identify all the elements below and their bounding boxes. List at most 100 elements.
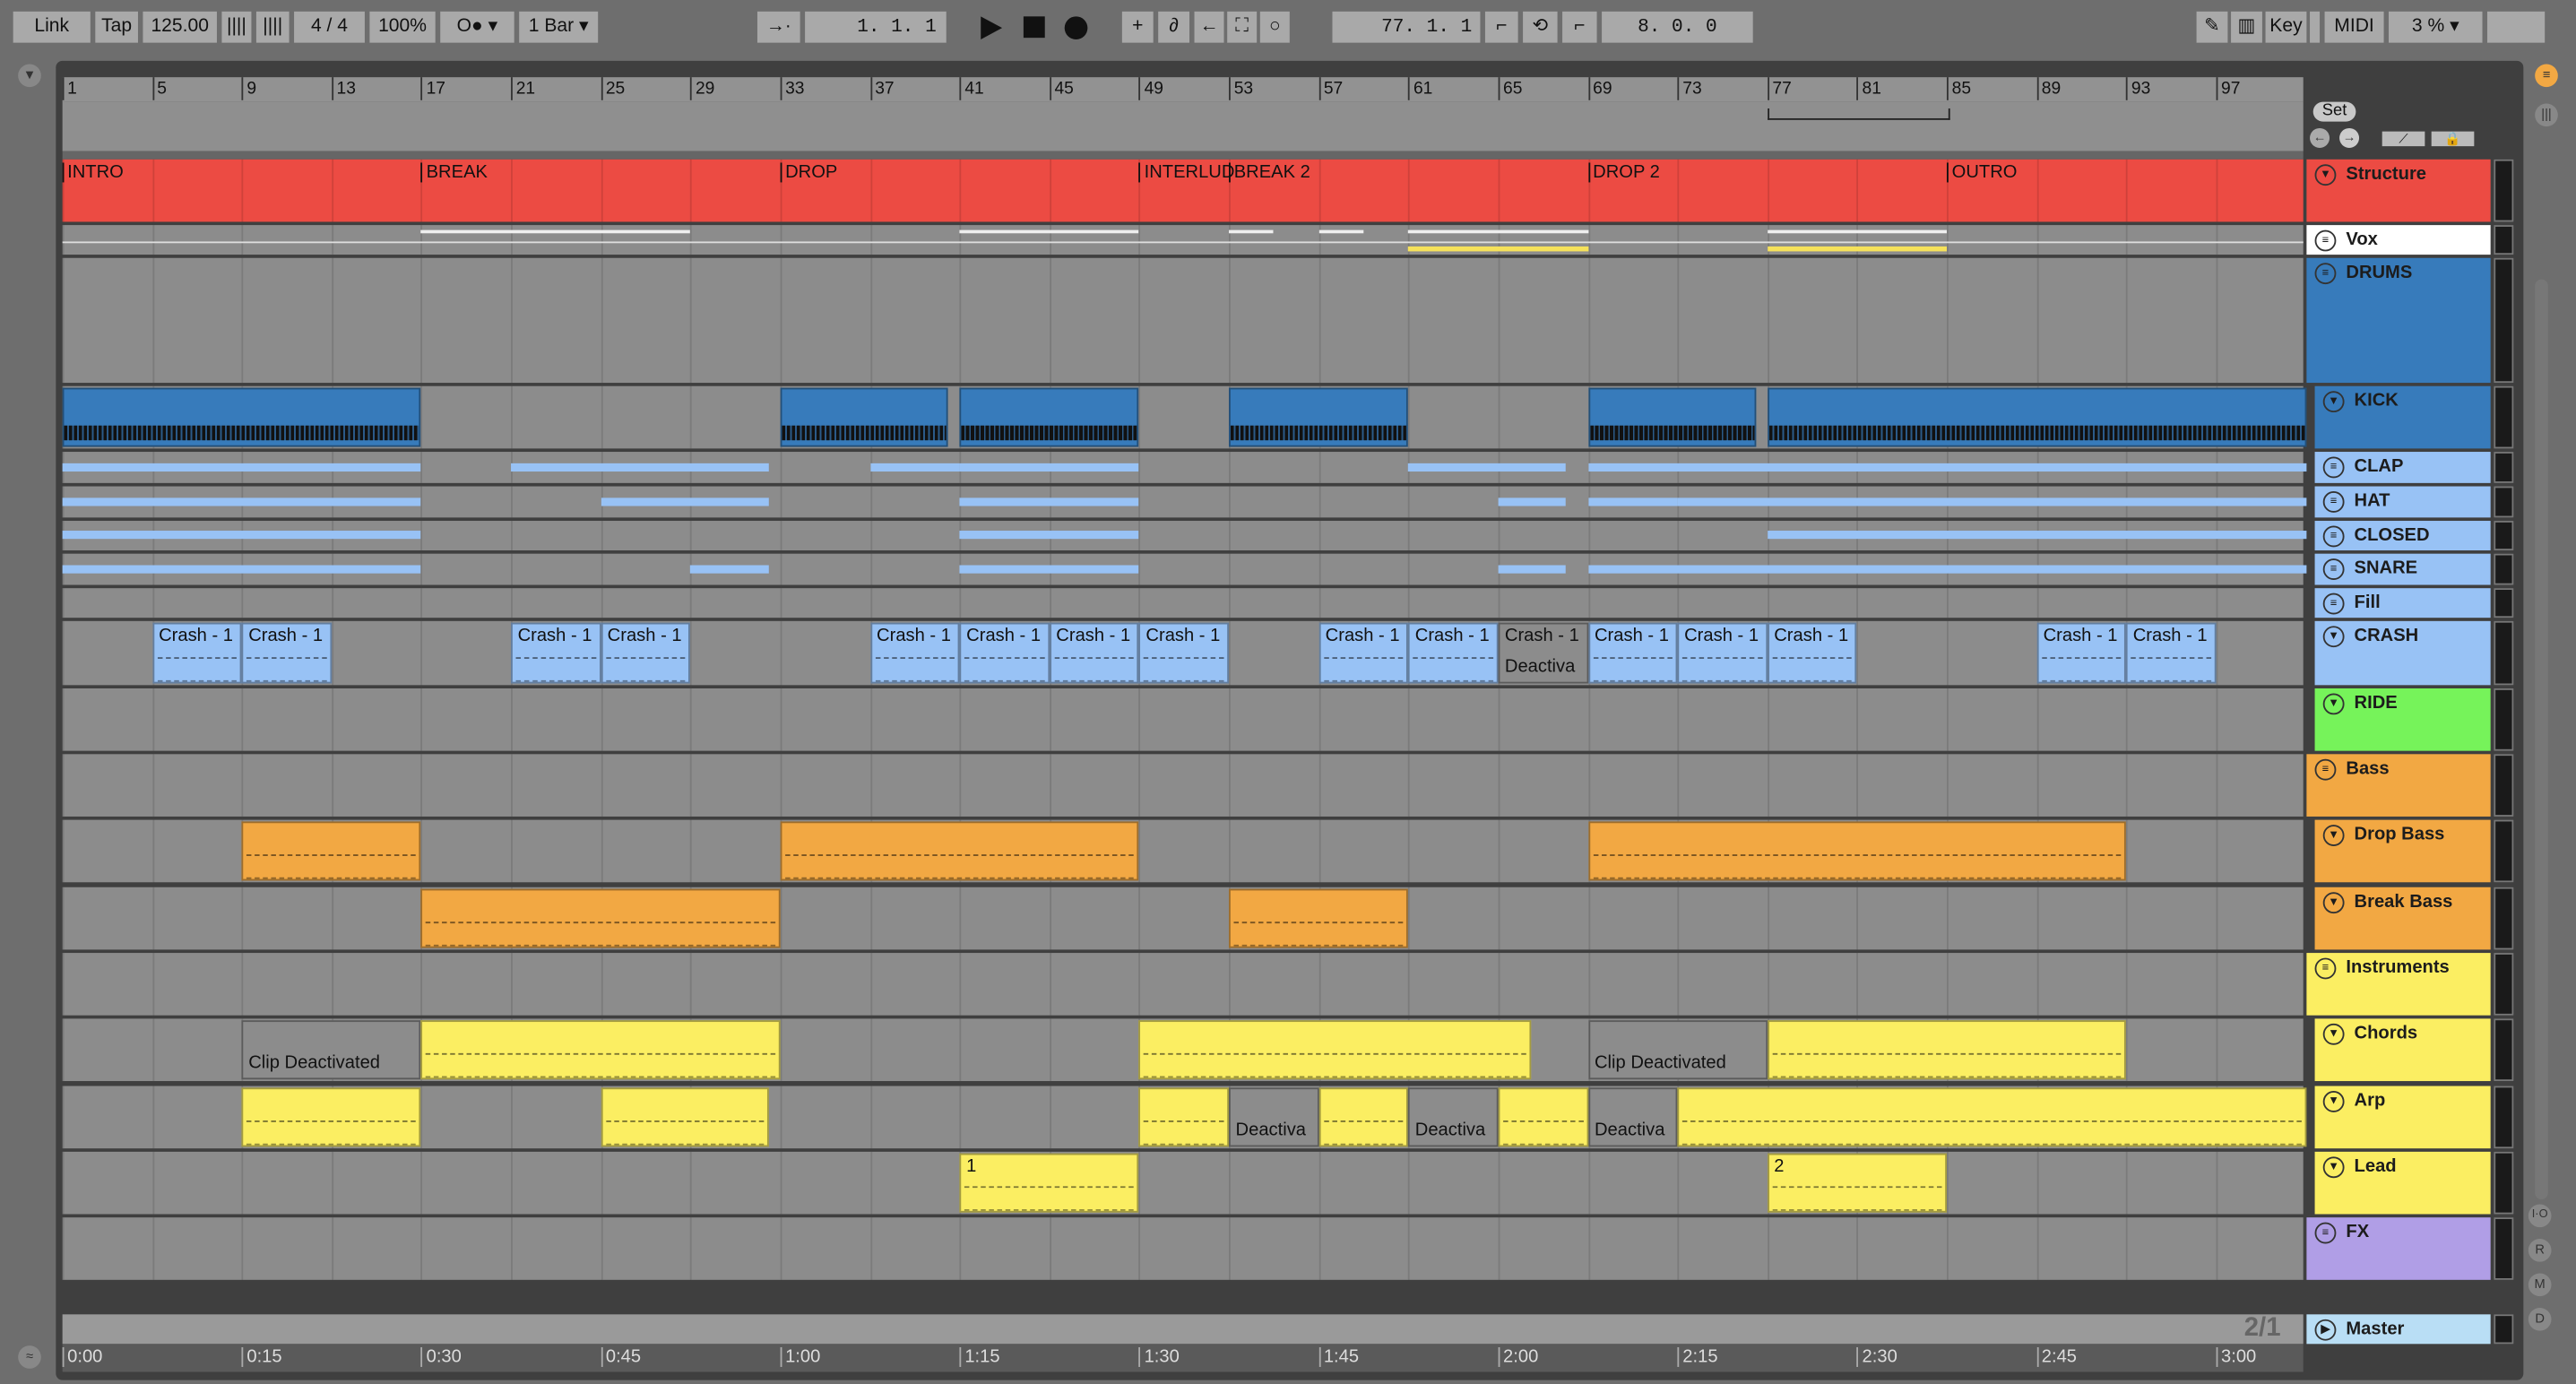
clip[interactable]: Deactiva <box>1408 1087 1499 1147</box>
nudge-down-button[interactable]: |||| <box>221 11 252 43</box>
clip[interactable]: Crash - 1 <box>511 622 601 684</box>
vox-clip[interactable] <box>959 229 1140 234</box>
track-icon[interactable]: ≡ <box>2314 263 2337 285</box>
metronome-button[interactable]: O● ▾ <box>440 11 514 43</box>
session-view-icon[interactable]: ≡ <box>2535 64 2558 88</box>
drum-clip[interactable] <box>62 564 422 573</box>
track-header-lead[interactable]: ▼ Lead <box>2314 1151 2491 1215</box>
clip[interactable]: Crash - 1 <box>1677 622 1768 684</box>
track-lane-fx[interactable] <box>62 1217 2304 1280</box>
track-header-vox[interactable]: ≡ Vox <box>2306 225 2491 255</box>
clip[interactable]: Crash - 1 Deactiva <box>1498 622 1588 684</box>
drum-clip[interactable] <box>1498 497 1566 506</box>
clip[interactable] <box>1767 387 2306 447</box>
drum-clip[interactable] <box>511 462 770 471</box>
track-icon[interactable]: ≡ <box>2322 456 2345 479</box>
loop-bar[interactable] <box>62 101 2304 151</box>
io-toggle[interactable]: I·O <box>2528 1204 2552 1228</box>
tempo-field[interactable]: 125.00 <box>143 11 217 43</box>
drum-clip[interactable] <box>1587 462 2306 471</box>
drum-clip[interactable] <box>62 497 422 506</box>
vertical-scrollbar[interactable] <box>2535 279 2548 1200</box>
key-map-button[interactable]: Key <box>2265 11 2307 43</box>
track-lane-lead[interactable] <box>62 1151 2304 1215</box>
clip[interactable]: Crash - 1 <box>869 622 960 684</box>
set-locator-button[interactable]: Set <box>2312 101 2356 122</box>
locator[interactable]: OUTRO <box>1947 162 2017 183</box>
clip[interactable]: 2 <box>1767 1153 1948 1213</box>
clip[interactable] <box>1139 1087 1230 1147</box>
session-record-button[interactable]: ○ <box>1259 11 1290 43</box>
track-header-fill[interactable]: ≡ Fill <box>2314 588 2491 618</box>
arrangement-position-field[interactable]: 1. 1. 1 <box>805 11 947 43</box>
track-header-snare[interactable]: ≡ SNARE <box>2314 553 2491 585</box>
clip[interactable]: Crash - 1 <box>1139 622 1230 684</box>
track-lane-vox[interactable] <box>62 225 2304 255</box>
track-lane-bass[interactable] <box>62 754 2304 817</box>
clip[interactable] <box>1318 1087 1409 1147</box>
stop-button[interactable] <box>1023 16 1045 39</box>
drum-clip[interactable] <box>62 462 422 471</box>
track-header-drop-bass[interactable]: ▼ Drop Bass <box>2314 819 2491 883</box>
fold-icon[interactable]: ▼ <box>2322 391 2345 413</box>
clip[interactable]: Deactiva <box>1587 1087 1678 1147</box>
track-header-crash[interactable]: ▼ CRASH <box>2314 620 2491 686</box>
fold-icon[interactable]: ▼ <box>2322 1023 2345 1045</box>
locator[interactable]: DROP 2 <box>1587 162 1660 183</box>
groove-amount-field[interactable]: 100% <box>369 11 436 43</box>
drum-clip[interactable] <box>1408 462 1566 471</box>
track-lane-fill[interactable] <box>62 588 2304 618</box>
fold-icon[interactable]: ▼ <box>2322 693 2345 715</box>
drum-clip[interactable] <box>1767 531 2306 540</box>
vox-clip[interactable] <box>1767 246 1948 252</box>
vox-clip[interactable] <box>1408 246 1588 252</box>
link-button[interactable]: Link <box>13 11 91 43</box>
clip[interactable] <box>959 387 1140 447</box>
drum-clip[interactable] <box>1587 497 1678 506</box>
returns-toggle[interactable]: R <box>2528 1239 2552 1262</box>
track-icon[interactable]: ≡ <box>2322 525 2345 548</box>
clip[interactable]: Clip Deactivated <box>1587 1020 1768 1080</box>
clip[interactable]: Crash - 1 <box>151 622 242 684</box>
automation-arm-button[interactable]: ∂ <box>1158 11 1190 43</box>
clip[interactable] <box>780 821 1140 881</box>
computer-keyboard-button[interactable]: ▥ <box>2231 11 2262 43</box>
fold-icon[interactable]: ▼ <box>2322 1091 2345 1112</box>
vox-clip[interactable] <box>1408 229 1588 234</box>
lock-icon[interactable]: 🔒 <box>2431 131 2475 147</box>
drum-clip[interactable] <box>62 531 422 540</box>
fold-icon[interactable]: ▼ <box>2322 825 2345 846</box>
overdub-button[interactable]: + <box>1121 11 1154 43</box>
locator[interactable]: BREAK <box>421 162 488 183</box>
clip[interactable]: Crash - 1 <box>1408 622 1499 684</box>
track-icon[interactable]: ≡ <box>2314 1222 2337 1244</box>
track-header-kick[interactable]: ▼ KICK <box>2314 385 2491 449</box>
clip[interactable] <box>1229 888 1409 948</box>
track-header-instruments[interactable]: ≡ Instruments <box>2306 953 2491 1016</box>
track-header-drums[interactable]: ≡ DRUMS <box>2306 257 2491 384</box>
track-header-closed[interactable]: ≡ CLOSED <box>2314 521 2491 551</box>
clip[interactable]: Deactiva <box>1229 1087 1319 1147</box>
overview-toggle-icon[interactable]: ≈ <box>18 1345 41 1369</box>
fold-icon[interactable]: ▼ <box>2322 892 2345 914</box>
record-button[interactable] <box>1064 16 1088 39</box>
clip[interactable]: Crash - 1 <box>1318 622 1409 684</box>
follow-button[interactable]: →· <box>756 11 800 43</box>
clip[interactable]: Crash - 1 <box>1049 622 1140 684</box>
track-header-structure[interactable]: ▼ Structure <box>2306 159 2491 222</box>
capture-button[interactable]: ⛶ <box>1227 11 1258 43</box>
play-button[interactable] <box>981 16 1003 39</box>
clip[interactable] <box>1229 387 1409 447</box>
locator[interactable]: INTERLUD <box>1139 162 1234 183</box>
punch-out-button[interactable]: ⌐ <box>1562 11 1597 43</box>
automation-toggle-icon[interactable]: ⟋ <box>2382 131 2425 147</box>
previous-locator-icon[interactable]: ← <box>2310 127 2330 148</box>
beat-time-ruler[interactable]: 1 5 9 13 17 21 25 29 33 37 41 45 49 53 57 61 65 69 73 77 81 8… <box>62 77 2304 102</box>
track-icon[interactable]: ≡ <box>2314 758 2337 781</box>
clip[interactable]: 1 <box>959 1153 1140 1213</box>
clip[interactable] <box>421 888 781 948</box>
clip[interactable]: Crash - 1 <box>2126 622 2217 684</box>
locator[interactable]: INTRO <box>62 162 124 183</box>
clip[interactable]: Crash - 1 <box>2036 622 2127 684</box>
locator-strip[interactable] <box>62 151 2304 160</box>
